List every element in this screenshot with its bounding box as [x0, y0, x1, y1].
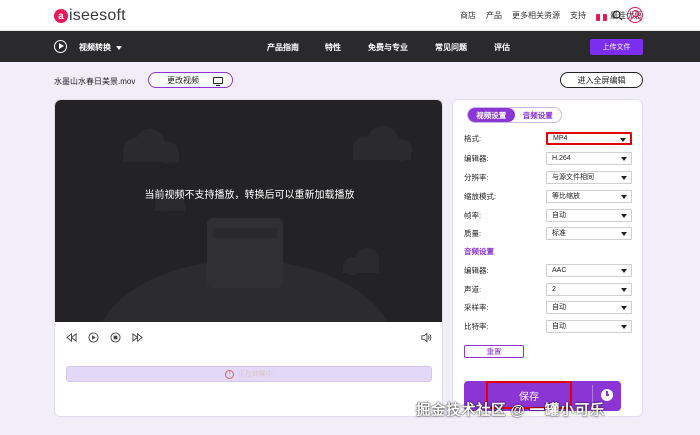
- video-converter-icon: [54, 40, 67, 53]
- chevron-down-icon: [621, 175, 627, 180]
- channel-label: 声道:: [464, 284, 482, 294]
- frame-rate-select[interactable]: 自动: [546, 208, 632, 222]
- product-menu[interactable]: 视频转换: [79, 42, 122, 53]
- zoom-mode-select[interactable]: 等比缩放: [546, 189, 632, 203]
- warning-icon: !: [225, 369, 234, 379]
- resolution-select[interactable]: 与源文件相同: [546, 170, 632, 184]
- chevron-down-icon: [621, 156, 627, 161]
- tab-video-settings[interactable]: 视频设置: [468, 108, 515, 122]
- frame-rate-label: 帧率:: [464, 210, 482, 220]
- fast-forward-icon[interactable]: [132, 332, 143, 343]
- nav-guide[interactable]: 产品指南: [267, 42, 299, 53]
- tab-audio-settings[interactable]: 音频设置: [515, 108, 562, 122]
- audio-encoder-label: 编辑器:: [464, 265, 489, 275]
- resolution-value: 与源文件相同: [552, 174, 594, 181]
- logo-text: iseesoft: [69, 7, 126, 24]
- setting-row-quality: 质量: 标准: [464, 226, 634, 240]
- nav-store[interactable]: 商店: [460, 10, 476, 21]
- chevron-down-icon: [620, 137, 626, 142]
- quality-value: 标准: [552, 230, 566, 237]
- quality-select[interactable]: 标准: [546, 226, 632, 240]
- chevron-down-icon: [621, 324, 627, 329]
- brand-logo[interactable]: a iseesoft: [54, 6, 126, 26]
- sample-rate-value: 自动: [552, 304, 566, 311]
- product-nav-bar: 视频转换 产品指南 特性 免费与专业 常见问题 评估 上传文件: [0, 31, 700, 62]
- bitrate-label: 比特率:: [464, 321, 489, 331]
- setting-row-frame-rate: 帧率: 自动: [464, 208, 634, 222]
- fullscreen-edit-button[interactable]: 进入全屏编辑: [560, 72, 643, 88]
- video-encoder-select[interactable]: H.264: [546, 151, 632, 165]
- setting-row-sample-rate: 采样率: 自动: [464, 300, 634, 314]
- video-encoder-value: H.264: [552, 154, 571, 162]
- audio-settings-heading: 音频设置: [464, 247, 494, 256]
- product-links: 产品指南 特性 免费与专业 常见问题 评估: [267, 42, 510, 53]
- setting-row-format: 格式: MP4: [464, 131, 634, 145]
- zoom-mode-label: 缩放模式:: [464, 191, 497, 201]
- play-icon[interactable]: [88, 332, 99, 343]
- file-name: 水墨山水春日美景.mov: [54, 77, 136, 86]
- nav-review[interactable]: 评估: [494, 42, 510, 53]
- monitor-icon: [213, 76, 223, 86]
- stop-icon[interactable]: [110, 332, 121, 343]
- setting-row-audio-encoder: 编辑器: AAC: [464, 263, 634, 277]
- logo-mark-icon: a: [54, 9, 68, 23]
- rewind-icon[interactable]: [66, 332, 77, 343]
- chevron-down-icon: [621, 268, 627, 273]
- video-placeholder-illustration: [102, 126, 412, 322]
- top-bar: a iseesoft 商店 产品 更多相关资源 支持 最佳优惠: [0, 0, 700, 31]
- quality-label: 质量:: [464, 228, 482, 238]
- setting-row-resolution: 分辨率: 与源文件相同: [464, 170, 634, 184]
- reset-button[interactable]: 重置: [464, 345, 524, 358]
- resolution-label: 分辨率:: [464, 172, 489, 182]
- format-label: 格式:: [464, 133, 482, 143]
- chevron-down-icon: [621, 287, 627, 292]
- setting-row-bitrate: 比特率: 自动: [464, 319, 634, 333]
- format-select[interactable]: MP4: [546, 131, 632, 145]
- player-controls: [55, 328, 442, 348]
- channel-select[interactable]: 2: [546, 282, 632, 296]
- video-preview: 当前视频不支持播放，转换后可以重新加载播放: [55, 100, 442, 322]
- user-account-icon[interactable]: [627, 7, 643, 23]
- settings-tabs: 视频设置 音频设置: [467, 107, 562, 123]
- unsupported-playback-message: 当前视频不支持播放，转换后可以重新加载播放: [144, 190, 355, 201]
- gift-icon: [596, 10, 607, 21]
- settings-panel: 视频设置 音频设置 格式: MP4 编辑器: H.264 分辨率: 与源文件相同…: [452, 99, 643, 417]
- nav-free-vs-pro[interactable]: 免费与专业: [368, 42, 408, 53]
- change-video-button[interactable]: 更改视频: [148, 72, 233, 88]
- bitrate-select[interactable]: 自动: [546, 319, 632, 333]
- chevron-down-icon: [621, 213, 627, 218]
- zoom-mode-value: 等比缩放: [552, 193, 580, 200]
- audio-encoder-value: AAC: [552, 266, 567, 274]
- sample-rate-select[interactable]: 自动: [546, 300, 632, 314]
- nav-resources[interactable]: 更多相关资源: [512, 10, 560, 21]
- setting-row-zoom-mode: 缩放模式: 等比缩放: [464, 189, 634, 203]
- watermark: 掘金技术社区 @ 一罐小可乐: [416, 403, 605, 419]
- sample-rate-label: 采样率:: [464, 302, 489, 312]
- volume-icon[interactable]: [421, 332, 432, 343]
- product-label: 视频转换: [79, 43, 111, 52]
- video-encoder-label: 编辑器:: [464, 153, 489, 163]
- setting-row-channel: 声道: 2: [464, 282, 634, 296]
- video-player: 当前视频不支持播放，转换后可以重新加载播放 ! 正在转换中: [54, 99, 443, 417]
- search-icon[interactable]: [612, 10, 623, 21]
- chevron-down-icon: [621, 231, 627, 236]
- conversion-progress-bar: ! 正在转换中: [66, 366, 432, 382]
- nav-products[interactable]: 产品: [486, 10, 502, 21]
- setting-row-video-encoder: 编辑器: H.264: [464, 151, 634, 165]
- bitrate-value: 自动: [552, 323, 566, 330]
- upload-file-button[interactable]: 上传文件: [590, 39, 643, 55]
- frame-rate-value: 自动: [552, 212, 566, 219]
- chevron-down-icon: [116, 45, 122, 50]
- progress-text: 正在转换中: [238, 371, 273, 378]
- nav-support[interactable]: 支持: [570, 10, 586, 21]
- audio-encoder-select[interactable]: AAC: [546, 263, 632, 277]
- channel-value: 2: [552, 285, 556, 293]
- nav-features[interactable]: 特性: [325, 42, 341, 53]
- nav-faq[interactable]: 常见问题: [435, 42, 467, 53]
- change-video-label: 更改视频: [167, 75, 199, 85]
- format-value: MP4: [553, 134, 568, 142]
- chevron-down-icon: [621, 305, 627, 310]
- chevron-down-icon: [621, 194, 627, 199]
